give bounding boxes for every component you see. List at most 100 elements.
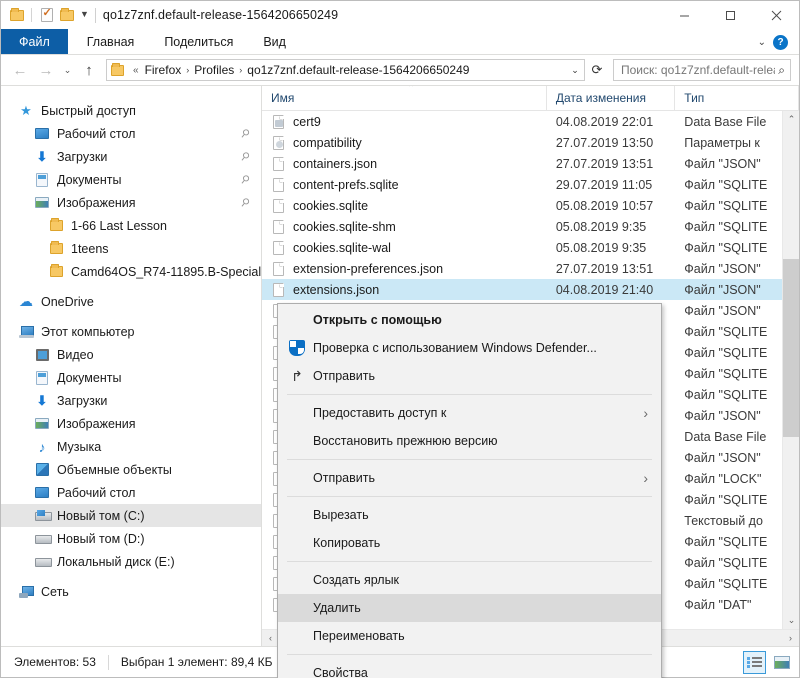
sidebar-item-6[interactable]: 1teens <box>1 237 261 260</box>
menu-item-0[interactable]: Открыть с помощью <box>278 306 661 334</box>
sidebar-item-2[interactable]: ⬇ Загрузки ⚲ <box>1 145 261 168</box>
properties-icon[interactable] <box>38 6 55 24</box>
context-menu[interactable]: Открыть с помощью Проверка с использовани… <box>277 303 662 678</box>
sidebar-item-7[interactable]: Camd64OS_R74-11895.B-Special <box>1 260 261 283</box>
sidebar-item-3[interactable]: Документы ⚲ <box>1 168 261 191</box>
sidebar-item-11[interactable]: Документы <box>1 366 261 389</box>
forward-arrow-icon[interactable]: → <box>33 57 59 83</box>
tab-view[interactable]: Вид <box>248 29 301 54</box>
sidebar-item-1[interactable]: Рабочий стол ⚲ <box>1 122 261 145</box>
breadcrumb-item-profile[interactable]: qo1z7znf.default-release-1564206650249 <box>246 63 470 77</box>
status-divider <box>107 654 109 670</box>
menu-separator <box>287 496 652 497</box>
tab-home[interactable]: Главная <box>72 29 150 54</box>
tab-file[interactable]: Файл <box>1 29 68 54</box>
menu-item-5[interactable]: Восстановить прежнюю версию <box>278 427 661 455</box>
close-icon[interactable] <box>753 1 799 29</box>
address-dropdown-chevron-down-icon[interactable]: ⌄ <box>566 60 584 80</box>
table-row[interactable]: extensions.json 04.08.2019 21:40 Файл "JSO… <box>262 279 799 300</box>
pin-icon[interactable]: ⚲ <box>238 126 253 141</box>
table-row[interactable]: cert9 04.08.2019 22:01 Data Base File <box>262 111 799 132</box>
breadcrumb-overflow[interactable]: « <box>128 65 144 76</box>
menu-item-2[interactable]: ↱ Отправить <box>278 362 661 390</box>
breadcrumb-bar[interactable]: « Firefox › Profiles › qo1z7znf.default-… <box>106 59 585 81</box>
search-icon[interactable]: ⌕ <box>778 63 785 78</box>
menu-item-14[interactable]: Переименовать <box>278 622 661 650</box>
expand-ribbon-chevron-down-icon[interactable]: ⌄ <box>758 37 766 48</box>
sidebar-item-14[interactable]: ♪ Музыка <box>1 435 261 458</box>
menu-item-label: Открыть с помощью <box>313 313 442 327</box>
pin-icon[interactable]: ⚲ <box>238 149 253 164</box>
customize-qat-chevron-down-icon[interactable]: ▼ <box>78 9 93 21</box>
sidebar-item-5[interactable]: 1-66 Last Lesson <box>1 214 261 237</box>
table-row[interactable]: compatibility 27.07.2019 13:50 Параметры к <box>262 132 799 153</box>
table-row[interactable]: content-prefs.sqlite 29.07.2019 11:05 Файл… <box>262 174 799 195</box>
menu-item-7[interactable]: Отправить › <box>278 464 661 492</box>
maximize-icon[interactable] <box>707 1 753 29</box>
folder-icon[interactable] <box>8 7 25 24</box>
sidebar-item-15[interactable]: Объемные объекты <box>1 458 261 481</box>
table-row[interactable]: extension-preferences.json 27.07.2019 13:… <box>262 258 799 279</box>
pin-icon[interactable]: ⚲ <box>238 172 253 187</box>
vertical-scrollbar[interactable]: ⌃ ⌄ <box>782 111 799 629</box>
table-row[interactable]: cookies.sqlite 05.08.2019 10:57 Файл "SQLI… <box>262 195 799 216</box>
sidebar-item-13[interactable]: Изображения <box>1 412 261 435</box>
minimize-icon[interactable] <box>661 1 707 29</box>
table-row[interactable]: cookies.sqlite-shm 05.08.2019 9:35 Файл "S… <box>262 216 799 237</box>
sidebar-item-4[interactable]: Изображения ⚲ <box>1 191 261 214</box>
search-box[interactable]: Поиск: qo1z7znf.default-relea... ⌕ <box>613 59 791 81</box>
generic-file-icon <box>271 156 285 172</box>
scroll-right-icon[interactable]: › <box>782 630 799 646</box>
file-date-cell: 04.08.2019 21:40 <box>555 282 654 297</box>
table-row[interactable]: cookies.sqlite-wal 05.08.2019 9:35 Файл "S… <box>262 237 799 258</box>
breadcrumb-item-profiles[interactable]: Profiles <box>193 63 235 77</box>
column-header-name[interactable]: Имя ⌃ <box>262 85 547 111</box>
file-name-label: extensions.json <box>293 282 380 297</box>
sidebar-item-9[interactable]: Этот компьютер <box>1 320 261 343</box>
scroll-down-icon[interactable]: ⌄ <box>783 612 799 629</box>
menu-item-1[interactable]: Проверка с использованием Windows Defend… <box>278 334 661 362</box>
file-name-cell: extension-preferences.json <box>262 261 547 277</box>
sidebar-item-17[interactable]: Новый том (C:) <box>1 504 261 527</box>
file-date-cell: 04.08.2019 22:01 <box>555 114 654 129</box>
menu-item-4[interactable]: Предоставить доступ к › <box>278 399 661 427</box>
sidebar-item-16[interactable]: Рабочий стол <box>1 481 261 504</box>
file-name-label: cert9 <box>293 114 321 129</box>
table-row[interactable]: containers.json 27.07.2019 13:51 Файл "JSO… <box>262 153 799 174</box>
search-input[interactable]: Поиск: qo1z7znf.default-relea... <box>621 63 775 77</box>
sidebar-item-0[interactable]: ★ Быстрый доступ <box>1 99 261 122</box>
recent-locations-chevron-down-icon[interactable]: ⌄ <box>59 57 76 83</box>
refresh-icon[interactable]: ⟳ <box>586 59 608 81</box>
file-type-cell: Data Base File <box>684 429 767 444</box>
column-header-type[interactable]: Тип <box>675 85 799 111</box>
sidebar-item-20[interactable]: Сеть <box>1 580 261 603</box>
breadcrumb-chevron-icon[interactable]: › <box>235 65 246 75</box>
scroll-up-icon[interactable]: ⌃ <box>783 111 799 128</box>
navigation-pane[interactable]: ★ Быстрый доступ Рабочий стол ⚲ ⬇ Загрузки ⚲ До… <box>1 86 261 646</box>
menu-item-10[interactable]: Копировать <box>278 529 661 557</box>
sidebar-item-18[interactable]: Новый том (D:) <box>1 527 261 550</box>
help-icon[interactable]: ? <box>773 34 788 50</box>
tab-share[interactable]: Поделиться <box>149 29 248 54</box>
pin-icon[interactable]: ⚲ <box>238 195 253 210</box>
details-view-button[interactable] <box>743 650 766 674</box>
generic-file-icon <box>271 177 285 193</box>
menu-item-12[interactable]: Создать ярлык <box>278 566 661 594</box>
menu-item-13[interactable]: Удалить <box>278 594 661 622</box>
video-icon <box>33 347 51 363</box>
breadcrumb-item-firefox[interactable]: Firefox <box>144 63 183 77</box>
up-arrow-icon[interactable]: ↑ <box>76 57 102 83</box>
menu-item-16[interactable]: Свойства <box>278 659 661 678</box>
sidebar-item-8[interactable]: ☁ OneDrive <box>1 290 261 313</box>
breadcrumb-chevron-icon[interactable]: › <box>182 65 193 75</box>
vertical-scroll-thumb[interactable] <box>783 259 799 437</box>
back-arrow-icon[interactable]: ← <box>7 57 33 83</box>
thumbnail-view-button[interactable] <box>770 651 793 674</box>
sidebar-item-10[interactable]: Видео <box>1 343 261 366</box>
file-name-label: cookies.sqlite <box>293 198 369 213</box>
sidebar-item-19[interactable]: Локальный диск (E:) <box>1 550 261 573</box>
column-header-date[interactable]: Дата изменения <box>547 85 676 111</box>
sidebar-item-12[interactable]: ⬇ Загрузки <box>1 389 261 412</box>
menu-item-9[interactable]: Вырезать <box>278 501 661 529</box>
new-folder-icon[interactable] <box>58 7 75 24</box>
